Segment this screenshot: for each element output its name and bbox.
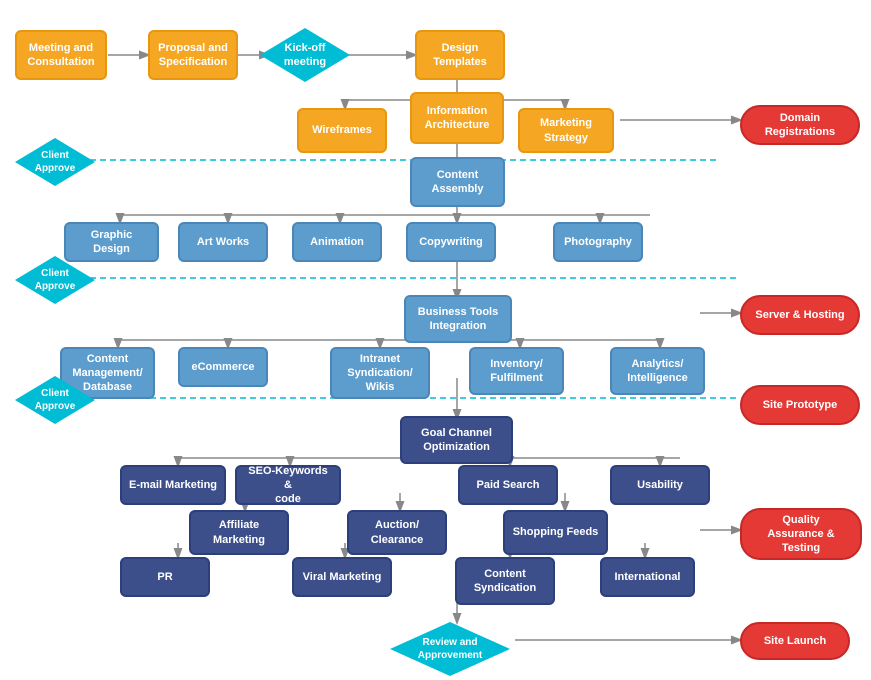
diagram-container: Meeting and Consultation Proposal and Sp… — [0, 0, 871, 680]
copywriting-node: Copywriting — [406, 222, 496, 262]
proposal-specification-node: Proposal and Specification — [148, 30, 238, 80]
animation-node: Animation — [292, 222, 382, 262]
pr-node: PR — [120, 557, 210, 597]
seo-keywords-node: SEO-Keywords & code — [235, 465, 341, 505]
meeting-consultation-node: Meeting and Consultation — [15, 30, 107, 80]
international-node: International — [600, 557, 695, 597]
usability-node: Usability — [610, 465, 710, 505]
review-approvement-node: Review and Approvement — [390, 622, 510, 676]
business-tools-node: Business Tools Integration — [404, 295, 512, 343]
domain-registrations-node: Domain Registrations — [740, 105, 860, 145]
auction-clearance-node: Auction/ Clearance — [347, 510, 447, 555]
content-syndication-node: Content Syndication — [455, 557, 555, 605]
server-hosting-node: Server & Hosting — [740, 295, 860, 335]
site-launch-node: Site Launch — [740, 622, 850, 660]
goal-channel-node: Goal Channel Optimization — [400, 416, 513, 464]
info-architecture-node: Information Architecture — [410, 92, 504, 144]
content-assembly-node: Content Assembly — [410, 157, 505, 207]
email-marketing-node: E-mail Marketing — [120, 465, 226, 505]
client-approve-1-node: Client Approve — [15, 138, 95, 186]
client-approve-3-node: Client Approve — [15, 376, 95, 424]
analytics-node: Analytics/ Intelligence — [610, 347, 705, 395]
intranet-node: Intranet Syndication/ Wikis — [330, 347, 430, 399]
viral-marketing-node: Viral Marketing — [292, 557, 392, 597]
qa-testing-node: Quality Assurance & Testing — [740, 508, 862, 560]
client-approve-2-node: Client Approve — [15, 256, 95, 304]
paid-search-node: Paid Search — [458, 465, 558, 505]
wireframes-node: Wireframes — [297, 108, 387, 153]
affiliate-marketing-node: Affiliate Marketing — [189, 510, 289, 555]
shopping-feeds-node: Shopping Feeds — [503, 510, 608, 555]
marketing-strategy-node: Marketing Strategy — [518, 108, 614, 153]
kickoff-meeting-node: Kick-off meeting — [260, 28, 350, 82]
design-templates-node: Design Templates — [415, 30, 505, 80]
photography-node: Photography — [553, 222, 643, 262]
art-works-node: Art Works — [178, 222, 268, 262]
inventory-node: Inventory/ Fulfilment — [469, 347, 564, 395]
site-prototype-node: Site Prototype — [740, 385, 860, 425]
ecommerce-node: eCommerce — [178, 347, 268, 387]
